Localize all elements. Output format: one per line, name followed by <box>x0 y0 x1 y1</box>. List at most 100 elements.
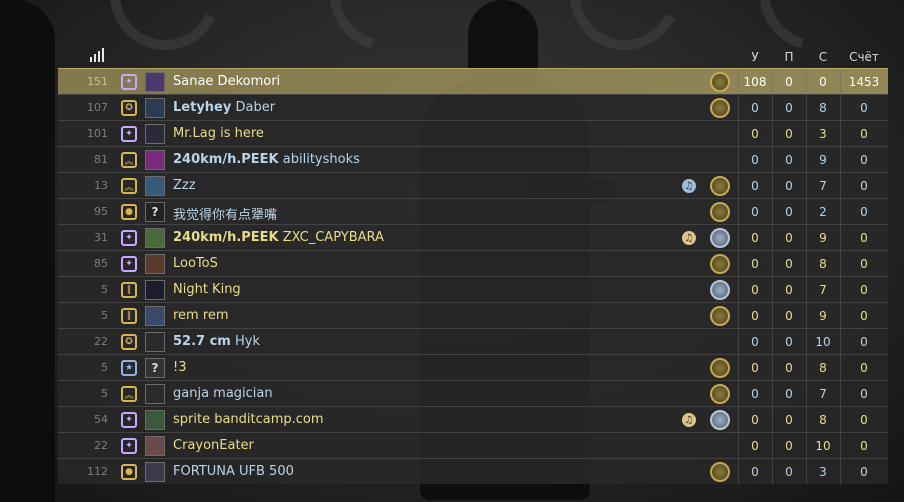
player-name[interactable]: 52.7 cm Hyk <box>173 334 260 349</box>
player-nickname: FORTUNA UFB 500 <box>173 464 294 479</box>
player-row[interactable]: 22 ✪ 52.7 cm Hyk 0 0 10 0 <box>58 328 888 355</box>
avatar[interactable] <box>145 410 165 430</box>
avatar[interactable] <box>145 332 165 352</box>
player-row[interactable]: 31 ✦ 240km/h.PEEK ZXC_CAPYBARA ♫ 0 0 9 0 <box>58 224 888 251</box>
avatar[interactable] <box>145 436 165 456</box>
player-name[interactable]: Sanae Dekomori <box>173 74 280 89</box>
deaths-value: 10 <box>815 439 831 453</box>
player-nickname: rem rem <box>173 308 229 323</box>
avatar[interactable] <box>145 98 165 118</box>
player-row[interactable]: 101 ✦ Mr.Lag is here 0 0 3 0 <box>58 120 888 147</box>
scoreboard-header: У П С Счёт <box>58 44 888 68</box>
player-row[interactable]: 95 ●? 我觉得你有点犟嘴 0 0 2 0 <box>58 198 888 225</box>
avatar[interactable] <box>145 176 165 196</box>
player-level: 5 <box>101 309 108 322</box>
player-name[interactable]: rem rem <box>173 308 229 323</box>
deaths-value: 8 <box>819 413 827 427</box>
player-name[interactable]: CrayonEater <box>173 438 254 453</box>
score-value: 0 <box>860 283 868 297</box>
medal-silver-icon[interactable] <box>710 410 730 430</box>
deaths-value: 2 <box>819 205 827 219</box>
deaths-value: 7 <box>819 387 827 401</box>
player-name[interactable]: Zzz <box>173 178 196 193</box>
player-nickname: ganja magician <box>173 386 273 401</box>
player-name[interactable]: 240km/h.PEEK abilityshoks <box>173 152 360 167</box>
player-name[interactable]: LooToS <box>173 256 218 271</box>
assists-value: 0 <box>785 75 793 89</box>
score-header: Счёт <box>849 50 879 64</box>
signal-bars-icon <box>90 48 104 62</box>
medal-gold-icon[interactable] <box>710 358 730 378</box>
medal-gold-icon[interactable] <box>710 254 730 274</box>
deaths-value: 3 <box>819 465 827 479</box>
kills-header: У <box>751 50 759 64</box>
avatar[interactable] <box>145 384 165 404</box>
player-row[interactable]: 107 ✪ Letyhey Daber 0 0 8 0 <box>58 94 888 121</box>
kills-value: 0 <box>751 361 759 375</box>
player-name[interactable]: sprite banditcamp.com <box>173 412 324 427</box>
deaths-value: 3 <box>819 127 827 141</box>
score-value: 0 <box>860 231 868 245</box>
player-row[interactable]: 22 ✦ CrayonEater 0 0 10 0 <box>58 432 888 459</box>
avatar[interactable] <box>145 280 165 300</box>
medal-gold-icon[interactable] <box>710 98 730 118</box>
player-row[interactable]: 54 ✦ sprite banditcamp.com ♫ 0 0 8 0 <box>58 406 888 433</box>
player-name[interactable]: 240km/h.PEEK ZXC_CAPYBARA <box>173 230 384 245</box>
player-name[interactable]: ganja magician <box>173 386 273 401</box>
music-kit-icon: ♫ <box>682 413 696 427</box>
medal-gold-icon[interactable] <box>710 306 730 326</box>
player-row[interactable]: 85 ✦ LooToS 0 0 8 0 <box>58 250 888 277</box>
medal-silver-icon[interactable] <box>710 228 730 248</box>
player-name[interactable]: !3 <box>173 360 186 375</box>
player-row[interactable]: 5 ‖ rem rem 0 0 9 0 <box>58 302 888 329</box>
rank-wings-gold-icon: ✪ <box>119 332 139 352</box>
player-row[interactable]: 112 ● FORTUNA UFB 500 0 0 3 0 <box>58 458 888 485</box>
avatar[interactable] <box>145 150 165 170</box>
music-kit-icon: ♫ <box>682 231 696 245</box>
player-row[interactable]: 5 ‖ Night King 0 0 7 0 <box>58 276 888 303</box>
medal-gold-icon[interactable] <box>710 176 730 196</box>
player-row[interactable]: 151 ✦ Sanae Dekomori 108 0 0 1453 <box>58 68 888 95</box>
medal-gold-icon[interactable] <box>710 462 730 482</box>
music-kit-icon: ♫ <box>682 179 696 193</box>
player-nickname: Night King <box>173 282 241 297</box>
rank-star-blue-icon: ★ <box>119 358 139 378</box>
medal-gold-icon[interactable] <box>710 384 730 404</box>
rank-badge-purple-icon: ✦ <box>119 436 139 456</box>
player-level: 5 <box>101 387 108 400</box>
medal-gold-icon[interactable] <box>710 202 730 222</box>
avatar[interactable] <box>145 72 165 92</box>
player-name[interactable]: 我觉得你有点犟嘴 <box>173 204 277 223</box>
kills-value: 0 <box>751 205 759 219</box>
player-name[interactable]: FORTUNA UFB 500 <box>173 464 294 479</box>
player-tag: 240km/h.PEEK <box>173 230 279 245</box>
avatar[interactable]: ? <box>145 202 165 222</box>
medal-gold-icon[interactable] <box>710 72 730 92</box>
score-value: 0 <box>860 335 868 349</box>
rank-wings-gold-icon: ✪ <box>119 98 139 118</box>
player-row[interactable]: 5 ★? !3 0 0 8 0 <box>58 354 888 381</box>
score-value: 0 <box>860 465 868 479</box>
avatar[interactable] <box>145 254 165 274</box>
avatar[interactable] <box>145 306 165 326</box>
deaths-value: 8 <box>819 101 827 115</box>
kills-value: 108 <box>743 75 767 89</box>
player-silhouette-left <box>0 0 55 502</box>
avatar[interactable] <box>145 462 165 482</box>
avatar[interactable]: ? <box>145 358 165 378</box>
player-nickname: 我觉得你有点犟嘴 <box>173 208 278 223</box>
avatar[interactable] <box>145 228 165 248</box>
medal-silver-icon[interactable] <box>710 280 730 300</box>
player-name[interactable]: Letyhey Daber <box>173 100 275 115</box>
player-nickname: Mr.Lag is here <box>173 126 264 141</box>
player-row[interactable]: 5 ︽ ganja magician 0 0 7 0 <box>58 380 888 407</box>
assists-value: 0 <box>785 465 793 479</box>
assists-value: 0 <box>785 413 793 427</box>
avatar[interactable] <box>145 124 165 144</box>
player-name[interactable]: Night King <box>173 282 241 297</box>
player-row[interactable]: 81 ︽ 240km/h.PEEK abilityshoks 0 0 9 0 <box>58 146 888 173</box>
player-level: 5 <box>101 361 108 374</box>
assists-value: 0 <box>785 361 793 375</box>
player-name[interactable]: Mr.Lag is here <box>173 126 264 141</box>
player-row[interactable]: 13 ︽ Zzz ♫ 0 0 7 0 <box>58 172 888 199</box>
